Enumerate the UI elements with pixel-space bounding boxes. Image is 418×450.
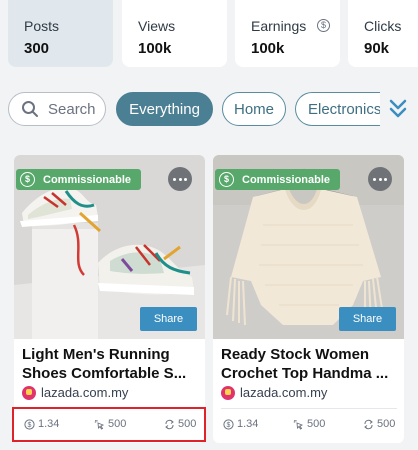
stat-label: Views — [138, 18, 176, 34]
search-icon — [22, 101, 38, 117]
highlight-box — [12, 407, 206, 442]
repost-icon — [364, 419, 373, 429]
stat-label: Posts — [24, 18, 60, 34]
stat-views[interactable]: Views 100k — [122, 0, 227, 67]
stat-label: Clicks — [364, 18, 402, 34]
product-source: lazada.com.my — [22, 385, 128, 400]
chip-home[interactable]: Home — [222, 92, 286, 126]
more-options-icon[interactable] — [368, 167, 392, 191]
stat-earnings[interactable]: Earnings 100k $ — [235, 0, 340, 67]
stat-value: 100k — [251, 40, 285, 57]
badge-label: Commissionable — [43, 173, 132, 186]
search-input[interactable]: Search — [8, 92, 106, 126]
commissionable-badge: $ Commissionable — [16, 169, 142, 190]
stat-value: 90k — [364, 40, 390, 57]
stats-row: Posts 300 Views 100k Earnings 100k $ Cli… — [0, 0, 418, 78]
metric-value: 500 — [307, 418, 326, 430]
source-label: lazada.com.my — [41, 385, 129, 400]
svg-text:$: $ — [227, 422, 231, 429]
dollar-circle-icon: $ — [223, 418, 234, 430]
chip-electronics[interactable]: Electronics — [295, 92, 380, 126]
share-button[interactable]: Share — [339, 307, 396, 331]
click-icon — [293, 419, 304, 430]
stat-posts[interactable]: Posts 300 — [8, 0, 113, 67]
search-placeholder: Search — [48, 100, 96, 118]
metric-views: 500 — [293, 418, 325, 430]
dollar-circle-icon: $ — [317, 19, 330, 32]
product-image[interactable]: $ Commissionable Share — [213, 155, 404, 339]
product-title[interactable]: Light Men's Running Shoes Comfortable S.… — [22, 345, 202, 383]
lazada-logo-icon — [22, 385, 36, 400]
stat-value: 300 — [24, 40, 50, 57]
filter-bar: Search Everything Home Electronics — [0, 92, 418, 128]
dollar-circle-icon: $ — [20, 172, 35, 187]
divider — [221, 408, 397, 409]
dollar-circle-icon: $ — [219, 172, 234, 187]
double-chevron-down-icon[interactable] — [388, 98, 408, 120]
metric-value: 1.34 — [237, 418, 259, 430]
metric-earnings: $ 1.34 — [223, 418, 258, 430]
source-label: lazada.com.my — [240, 385, 328, 400]
chip-everything[interactable]: Everything — [116, 92, 213, 126]
product-card[interactable]: $ Commissionable Share Light Men's Runni… — [14, 155, 205, 443]
product-card[interactable]: $ Commissionable Share Ready Stock Women… — [213, 155, 404, 443]
metric-shares: 500 — [363, 418, 395, 430]
product-title[interactable]: Ready Stock Women Crochet Top Handma ... — [221, 345, 401, 383]
metric-value: 500 — [377, 418, 396, 430]
stat-clicks[interactable]: Clicks 90k — [348, 0, 418, 67]
stat-value: 100k — [138, 40, 172, 57]
card-metrics: $ 1.34 500 500 — [213, 416, 404, 434]
commissionable-badge: $ Commissionable — [215, 169, 341, 190]
lazada-logo-icon — [221, 385, 235, 400]
product-source: lazada.com.my — [221, 385, 327, 400]
more-options-icon[interactable] — [168, 167, 192, 191]
badge-label: Commissionable — [242, 173, 331, 186]
product-image[interactable]: $ Commissionable Share — [14, 155, 205, 339]
share-button[interactable]: Share — [140, 307, 197, 331]
